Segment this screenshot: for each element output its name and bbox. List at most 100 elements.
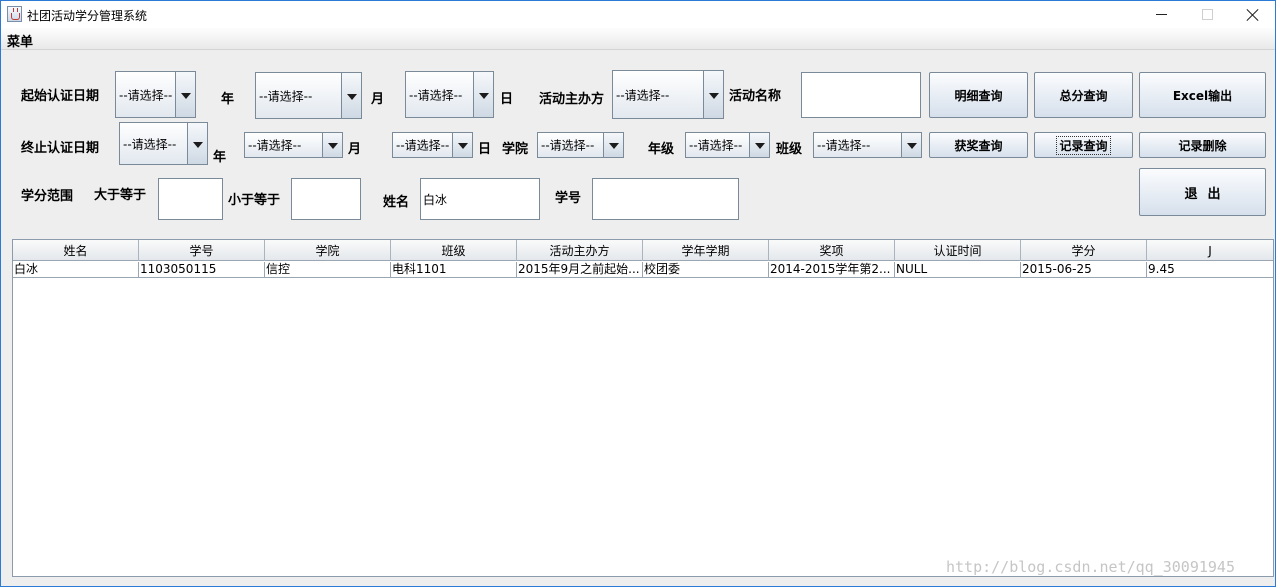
end-year-unit: 年 [213,150,227,165]
maximize-button[interactable] [1184,1,1230,28]
credit-max-field[interactable] [291,178,361,220]
grade-label: 年级 [648,142,675,157]
record-delete-label: 记录删除 [1178,138,1227,153]
table-cell[interactable]: 1103050115 [139,262,265,278]
table-cell[interactable]: 2014-2015学年第2... [769,262,895,278]
table-cell[interactable]: 信控 [265,262,391,278]
column-header[interactable]: 活动主办方 [517,240,643,261]
table-cell[interactable]: 2015-06-25 [1021,262,1147,278]
end-day-unit: 日 [478,142,492,157]
college-select[interactable]: --请选择-- [537,132,624,158]
award-query-button[interactable]: 获奖查询 [929,132,1028,158]
chevron-down-icon[interactable] [703,71,723,118]
end-year-select[interactable]: --请选择-- [119,122,208,165]
end-month-unit: 月 [348,142,362,157]
table-cell[interactable]: 9.45 [1147,262,1273,278]
organizer-label: 活动主办方 [539,92,605,107]
credit-gte-label: 大于等于 [94,188,147,203]
credit-range-label: 学分范围 [21,189,74,204]
table-cell[interactable]: NULL [895,262,1021,278]
chevron-down-icon[interactable] [749,133,769,157]
close-button[interactable] [1230,1,1276,28]
start-day-value: --请选择-- [409,88,463,102]
start-day-select[interactable]: --请选择-- [405,71,494,118]
chevron-down-icon[interactable] [187,123,207,164]
college-value: --请选择-- [541,138,595,153]
end-day-value: --请选择-- [396,138,450,153]
table-header: 姓名 学号 学院 班级 活动主办方 学年学期 奖项 认证时间 学分 J [13,240,1273,261]
organizer-value: --请选择-- [616,88,670,102]
student-id-field[interactable] [592,178,739,220]
end-year-value: --请选择-- [123,137,177,151]
activity-name-field[interactable] [801,72,921,118]
column-header[interactable]: J [1147,240,1273,261]
grade-value: --请选择-- [689,138,743,153]
start-month-value: --请选择-- [259,89,313,103]
table-cell[interactable]: 电科1101 [391,262,517,278]
start-month-select[interactable]: --请选择-- [255,72,362,119]
start-date-label: 起始认证日期 [21,89,100,104]
table-row[interactable]: 白冰 1103050115 信控 电科1101 2015年9月之前起始... 校… [13,262,1273,278]
app-window: 社团活动学分管理系统 菜单 起始认证日期 --请选择-- 年 --请选择-- 月… [0,0,1276,587]
column-header[interactable]: 学年学期 [643,240,769,261]
table-cell[interactable]: 白冰 [13,262,139,278]
java-app-icon [7,6,22,22]
activity-name-input[interactable] [802,73,920,117]
excel-export-label: Excel输出 [1172,88,1233,103]
column-header[interactable]: 姓名 [13,240,139,261]
grade-select[interactable]: --请选择-- [685,132,770,158]
menu-main[interactable]: 菜单 [7,31,33,50]
record-query-button[interactable]: 记录查询 [1034,132,1133,158]
exit-label: 退出 [1184,186,1231,202]
watermark-text: http://blog.csdn.net/qq_30091945 [946,558,1235,576]
column-header[interactable]: 学院 [265,240,391,261]
chevron-down-icon[interactable] [473,72,493,117]
column-header[interactable]: 班级 [391,240,517,261]
end-date-label: 终止认证日期 [21,141,100,156]
chevron-down-icon[interactable] [322,133,342,157]
chevron-down-icon[interactable] [603,133,623,157]
menu-bar: 菜单 [1,28,1275,50]
minimize-icon [1155,14,1167,15]
credit-min-field[interactable] [158,178,223,220]
end-day-select[interactable]: --请选择-- [392,132,473,158]
name-label: 姓名 [383,195,410,210]
chevron-down-icon[interactable] [341,73,361,118]
exit-button[interactable]: 退出 [1139,168,1266,216]
total-query-label: 总分查询 [1059,88,1108,103]
column-header[interactable]: 奖项 [769,240,895,261]
record-delete-button[interactable]: 记录删除 [1139,132,1266,158]
chevron-down-icon[interactable] [452,133,472,157]
name-input[interactable] [421,179,539,219]
results-table[interactable]: 姓名 学号 学院 班级 活动主办方 学年学期 奖项 认证时间 学分 J 白冰 1… [12,239,1274,577]
maximize-icon [1201,9,1213,20]
start-day-unit: 日 [500,92,514,107]
student-id-input[interactable] [593,179,738,219]
detail-query-label: 明细查询 [954,88,1003,103]
name-field[interactable] [420,178,540,220]
total-query-button[interactable]: 总分查询 [1034,72,1133,118]
detail-query-button[interactable]: 明细查询 [929,72,1028,118]
excel-export-button[interactable]: Excel输出 [1139,72,1266,118]
table-cell[interactable]: 2015年9月之前起始... [517,262,643,278]
class-value: --请选择-- [817,138,871,153]
title-bar: 社团活动学分管理系统 [1,1,1275,28]
end-month-select[interactable]: --请选择-- [244,132,343,158]
chevron-down-icon[interactable] [175,72,195,117]
organizer-select[interactable]: --请选择-- [612,70,724,119]
record-query-label: 记录查询 [1056,135,1111,155]
table-cell[interactable]: 校团委 [643,262,769,278]
class-select[interactable]: --请选择-- [813,132,922,158]
start-year-select[interactable]: --请选择-- [115,71,196,118]
column-header[interactable]: 认证时间 [895,240,1021,261]
chevron-down-icon[interactable] [901,133,921,157]
college-label: 学院 [502,142,529,157]
credit-max-input[interactable] [292,179,360,219]
credit-lte-label: 小于等于 [228,193,281,208]
close-icon [1246,8,1260,22]
column-header[interactable]: 学号 [139,240,265,261]
minimize-button[interactable] [1138,1,1184,28]
credit-min-input[interactable] [159,179,222,219]
end-month-value: --请选择-- [248,138,302,153]
column-header[interactable]: 学分 [1021,240,1147,261]
